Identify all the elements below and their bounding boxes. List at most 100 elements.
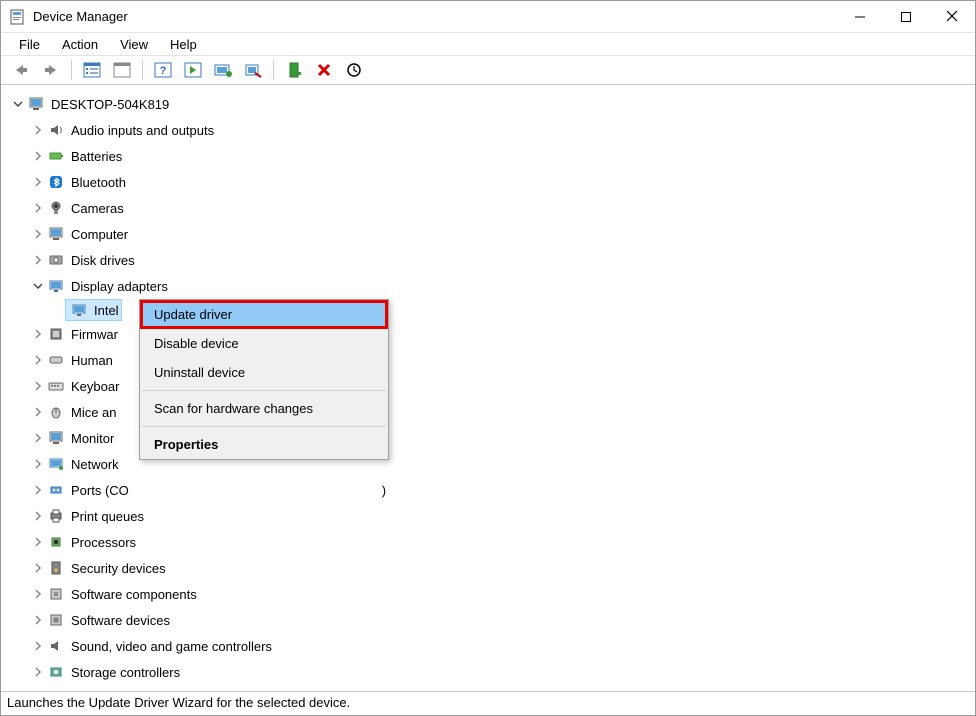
uninstall-button[interactable] (310, 58, 338, 82)
hid-icon (47, 351, 65, 369)
ctx-disable-device[interactable]: Disable device (140, 329, 388, 358)
show-hide-tree-button[interactable] (78, 58, 106, 82)
category-label: Keyboar (71, 379, 119, 394)
window-controls (837, 1, 975, 32)
category-label: Network (71, 457, 119, 472)
category-sound[interactable]: Sound, video and game controllers (7, 633, 969, 659)
menu-file[interactable]: File (9, 35, 50, 54)
category-label: Disk drives (71, 253, 135, 268)
chevron-right-icon[interactable] (31, 587, 45, 601)
category-label: Computer (71, 227, 128, 242)
menu-view[interactable]: View (110, 35, 158, 54)
category-label: Bluetooth (71, 175, 126, 190)
computer-icon (47, 225, 65, 243)
category-batteries[interactable]: Batteries (7, 143, 969, 169)
chevron-down-icon[interactable] (31, 279, 45, 293)
chevron-right-icon[interactable] (31, 149, 45, 163)
category-cameras[interactable]: Cameras (7, 195, 969, 221)
category-label: Software devices (71, 613, 170, 628)
chevron-down-icon[interactable] (11, 97, 25, 111)
maximize-button[interactable] (883, 1, 929, 32)
chevron-right-icon[interactable] (31, 509, 45, 523)
toolbar: ? (1, 55, 975, 85)
category-software-devices[interactable]: Software devices (7, 607, 969, 633)
label-text: Ports (CO (71, 483, 129, 498)
chevron-right-icon[interactable] (31, 253, 45, 267)
chevron-right-icon[interactable] (31, 639, 45, 653)
category-label: Cameras (71, 201, 124, 216)
help-button[interactable]: ? (149, 58, 177, 82)
toolbar-separator (142, 60, 143, 80)
back-button[interactable] (7, 58, 35, 82)
monitor-icon (47, 429, 65, 447)
category-storage[interactable]: Storage controllers (7, 659, 969, 685)
chevron-right-icon[interactable] (31, 535, 45, 549)
category-audio[interactable]: Audio inputs and outputs (7, 117, 969, 143)
root-node[interactable]: DESKTOP-504K819 (7, 91, 969, 117)
category-label: Monitor (71, 431, 114, 446)
category-label: Firmwar (71, 327, 118, 342)
chevron-right-icon[interactable] (31, 123, 45, 137)
device-intel-uhd-graphics[interactable]: Intel (65, 299, 122, 321)
category-display-adapters[interactable]: Display adapters (7, 273, 969, 299)
category-software-components[interactable]: Software components (7, 581, 969, 607)
firmware-icon (47, 325, 65, 343)
ctx-update-driver[interactable]: Update driver (140, 300, 388, 329)
minimize-button[interactable] (837, 1, 883, 32)
chevron-right-icon[interactable] (31, 483, 45, 497)
context-menu: Update driver Disable device Uninstall d… (139, 299, 389, 460)
chevron-right-icon[interactable] (31, 353, 45, 367)
close-button[interactable] (929, 1, 975, 32)
category-processors[interactable]: Processors (7, 529, 969, 555)
category-security[interactable]: Security devices (7, 555, 969, 581)
chevron-right-icon[interactable] (31, 175, 45, 189)
toolbar-separator (71, 60, 72, 80)
speaker-icon (47, 121, 65, 139)
chevron-right-icon[interactable] (31, 405, 45, 419)
label-tail: ) (382, 483, 386, 498)
device-label: Intel (94, 303, 119, 318)
update-driver-button[interactable] (209, 58, 237, 82)
ctx-separator (142, 426, 386, 427)
category-label: Human (71, 353, 113, 368)
chevron-right-icon[interactable] (31, 561, 45, 575)
category-print-queues[interactable]: Print queues (7, 503, 969, 529)
category-disk-drives[interactable]: Disk drives (7, 247, 969, 273)
chevron-right-icon[interactable] (31, 613, 45, 627)
menu-action[interactable]: Action (52, 35, 108, 54)
category-label: Processors (71, 535, 136, 550)
refresh-button[interactable] (340, 58, 368, 82)
forward-button[interactable] (37, 58, 65, 82)
chevron-right-icon[interactable] (31, 201, 45, 215)
software-icon (47, 585, 65, 603)
camera-icon (47, 199, 65, 217)
category-label: Ports (CO) (71, 483, 386, 498)
category-label: Mice an (71, 405, 117, 420)
printer-icon (47, 507, 65, 525)
chevron-right-icon[interactable] (31, 227, 45, 241)
properties-button[interactable] (108, 58, 136, 82)
category-label: Display adapters (71, 279, 168, 294)
ctx-scan-hardware[interactable]: Scan for hardware changes (140, 394, 388, 423)
battery-icon (47, 147, 65, 165)
chevron-right-icon[interactable] (31, 379, 45, 393)
category-computer[interactable]: Computer (7, 221, 969, 247)
chevron-right-icon[interactable] (31, 457, 45, 471)
category-bluetooth[interactable]: Bluetooth (7, 169, 969, 195)
ctx-properties[interactable]: Properties (140, 430, 388, 459)
ctx-uninstall-device[interactable]: Uninstall device (140, 358, 388, 387)
disable-device-button[interactable] (239, 58, 267, 82)
scan-hardware-button[interactable] (179, 58, 207, 82)
menu-help[interactable]: Help (160, 35, 207, 54)
category-label: Software components (71, 587, 197, 602)
toolbar-separator (273, 60, 274, 80)
chevron-right-icon[interactable] (31, 431, 45, 445)
keyboard-icon (47, 377, 65, 395)
category-ports[interactable]: Ports (CO) (7, 477, 969, 503)
add-hardware-button[interactable] (280, 58, 308, 82)
window-title: Device Manager (33, 9, 837, 24)
sound-icon (47, 637, 65, 655)
cpu-icon (47, 533, 65, 551)
chevron-right-icon[interactable] (31, 327, 45, 341)
chevron-right-icon[interactable] (31, 665, 45, 679)
